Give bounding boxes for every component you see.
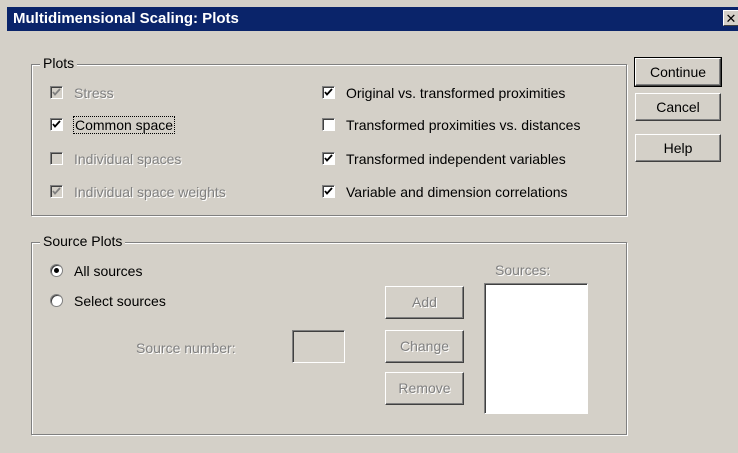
add-button[interactable]: Add: [385, 286, 464, 319]
individual-spaces-label: Individual spaces: [74, 151, 182, 167]
window-title: Multidimensional Scaling: Plots: [13, 10, 239, 27]
variable-dimension-correlations-label: Variable and dimension correlations: [346, 184, 568, 200]
checkbox-box: [50, 185, 63, 198]
mds-plots-dialog: Multidimensional Scaling: Plots ✕ Plots …: [0, 0, 738, 453]
radio-circle: [50, 294, 63, 307]
checkbox-box: [322, 185, 335, 198]
close-button[interactable]: ✕: [723, 10, 738, 26]
radio-circle: [50, 264, 63, 277]
source-plots-group-label: Source Plots: [40, 233, 126, 249]
close-icon: ✕: [725, 11, 737, 26]
source-plots-group: Source Plots All sources Select sources …: [31, 233, 627, 435]
title-bar: Multidimensional Scaling: Plots ✕: [7, 7, 738, 31]
plots-group-label: Plots: [40, 55, 78, 71]
checkbox-box: [322, 152, 335, 165]
checkbox-box: [50, 152, 63, 165]
select-sources-label: Select sources: [74, 293, 166, 309]
source-number-input[interactable]: [292, 330, 345, 363]
checkbox-box: [322, 118, 335, 131]
transformed-vs-distances-label: Transformed proximities vs. distances: [346, 117, 581, 133]
original-vs-transformed-label: Original vs. transformed proximities: [346, 85, 566, 101]
help-button[interactable]: Help: [635, 134, 721, 162]
checkbox-box: [50, 86, 63, 99]
stress-label: Stress: [74, 85, 114, 101]
plots-group: Plots Stress Common space Individual spa…: [31, 55, 627, 216]
all-sources-label: All sources: [74, 263, 143, 279]
change-button[interactable]: Change: [385, 330, 464, 363]
checkbox-box: [322, 86, 335, 99]
continue-button[interactable]: Continue: [634, 57, 722, 87]
sources-label: Sources:: [495, 262, 551, 278]
remove-button[interactable]: Remove: [385, 372, 464, 405]
checkbox-box: [50, 118, 63, 131]
individual-space-weights-label: Individual space weights: [74, 184, 226, 200]
source-number-label: Source number:: [136, 340, 236, 356]
common-space-label: Common space: [72, 116, 176, 134]
cancel-button[interactable]: Cancel: [635, 93, 721, 121]
transformed-independent-variables-label: Transformed independent variables: [346, 151, 566, 167]
sources-listbox[interactable]: [484, 283, 588, 414]
